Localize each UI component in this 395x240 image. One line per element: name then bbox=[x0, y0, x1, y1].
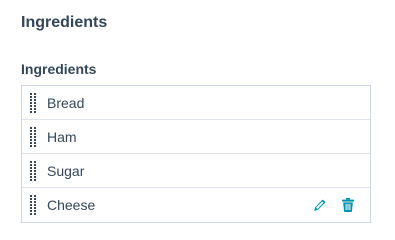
drag-handle-icon[interactable] bbox=[30, 195, 36, 215]
list-item-ham[interactable]: Ham bbox=[22, 120, 370, 154]
drag-handle-icon[interactable] bbox=[30, 126, 36, 147]
pencil-icon bbox=[313, 199, 325, 211]
delete-button[interactable] bbox=[340, 197, 356, 213]
list-item-label: Cheese bbox=[47, 197, 96, 213]
row-actions bbox=[311, 197, 356, 213]
drag-handle-icon[interactable] bbox=[30, 160, 36, 181]
list-item-label: Sugar bbox=[47, 162, 85, 179]
section-title: Ingredients bbox=[21, 14, 108, 31]
field-label: Ingredients bbox=[21, 61, 97, 77]
list-item-bread[interactable]: Bread bbox=[22, 86, 370, 120]
list-item-label: Ham bbox=[47, 128, 77, 145]
trash-icon bbox=[342, 198, 354, 212]
list-item-label: Bread bbox=[47, 94, 85, 111]
drag-handle-icon[interactable] bbox=[30, 92, 36, 113]
edit-button[interactable] bbox=[311, 197, 327, 213]
list-item-sugar[interactable]: Sugar bbox=[22, 154, 370, 188]
list-item-cheese[interactable]: Cheese bbox=[22, 188, 370, 222]
ingredient-list: Bread Ham Sugar Cheese bbox=[21, 85, 371, 223]
